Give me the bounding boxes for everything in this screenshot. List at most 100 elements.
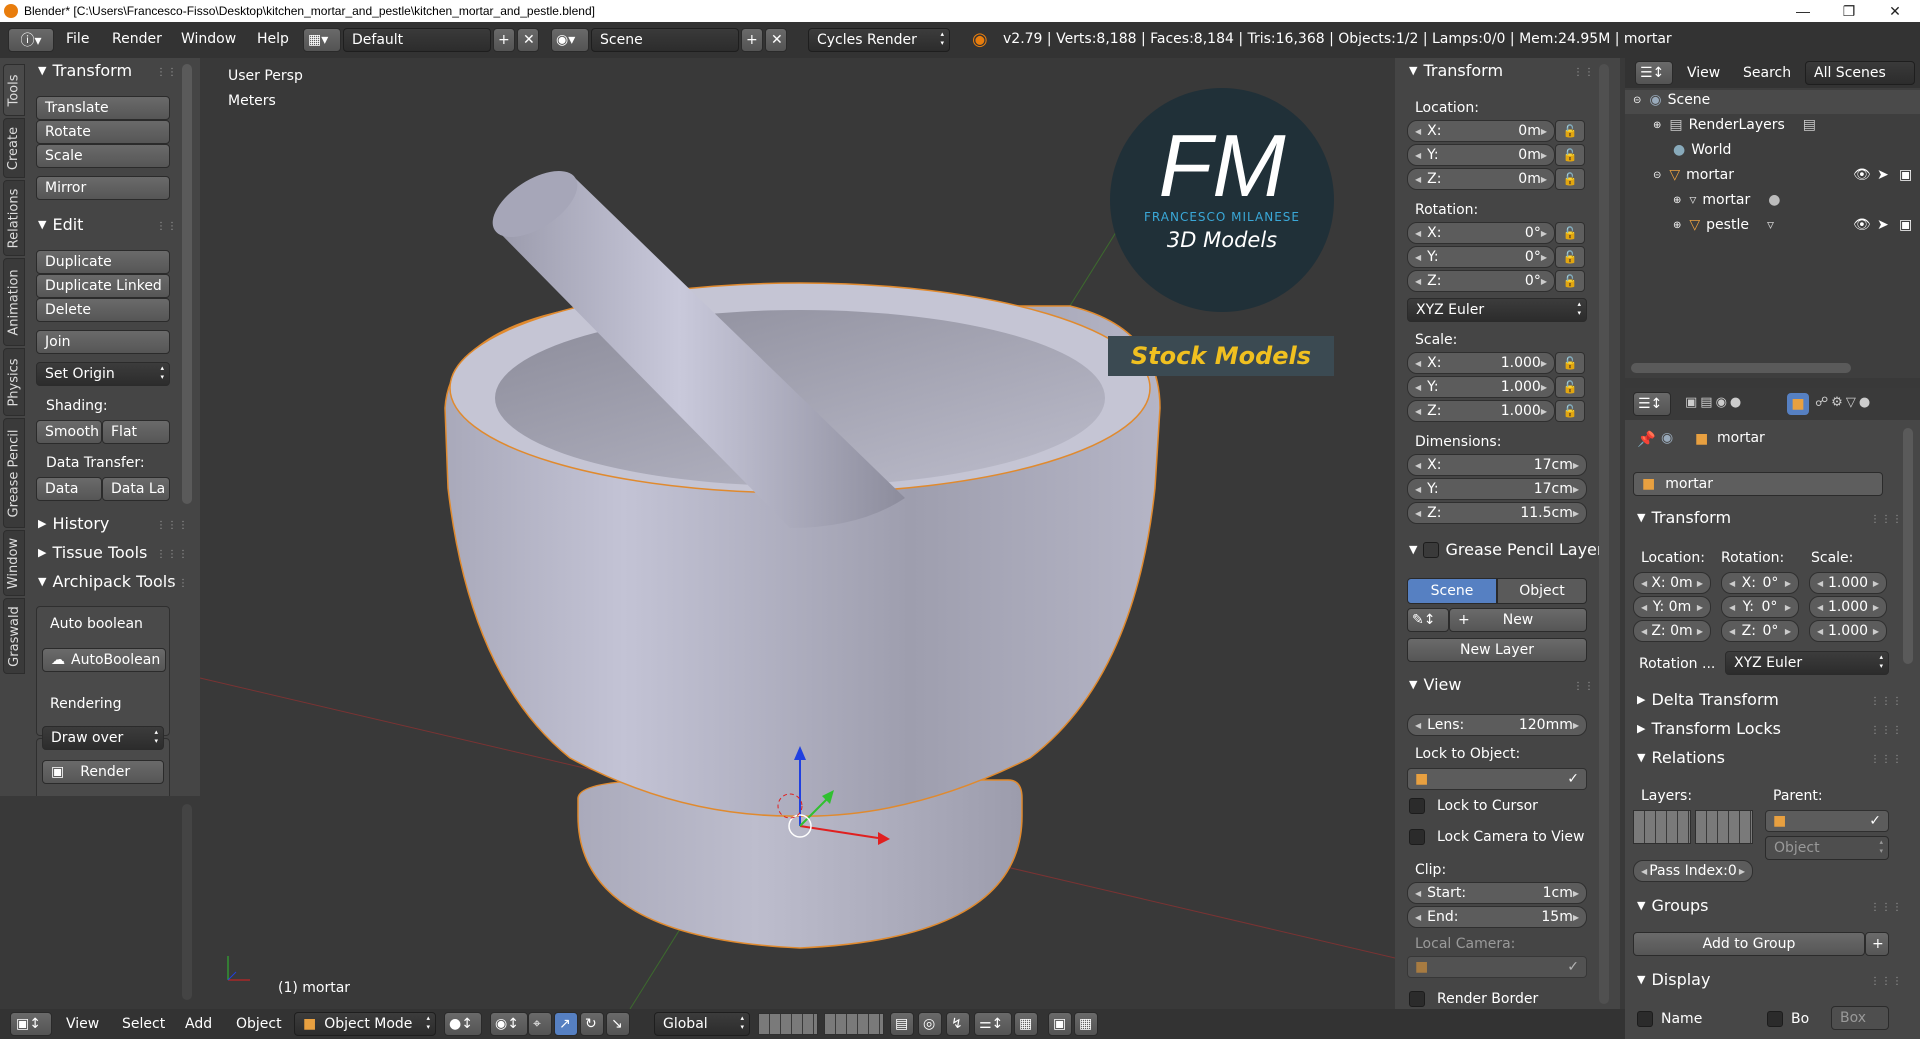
- opengl-animation-icon[interactable]: ▦: [1074, 1012, 1098, 1036]
- panel-grip[interactable]: ⋮⋮⋮: [1870, 976, 1903, 987]
- dimension-z-field[interactable]: ◀ Z: 11.5cm ▶: [1407, 502, 1587, 524]
- properties-editor-icon[interactable]: ☰↕: [1633, 392, 1671, 416]
- delta-transform-header[interactable]: ▶ Delta Transform: [1637, 690, 1779, 709]
- lock-icon[interactable]: 🔓: [1555, 400, 1585, 422]
- parent-field[interactable]: ■ ✓: [1765, 810, 1889, 832]
- menu-help[interactable]: Help: [257, 31, 289, 47]
- mortar-mesh-item[interactable]: ⊕ ▿ mortar ●: [1673, 192, 1780, 208]
- mode-dropdown[interactable]: ■ Object Mode: [294, 1012, 436, 1036]
- maximize-icon[interactable]: ❐: [1826, 0, 1872, 22]
- tab-tools[interactable]: Tools: [3, 64, 25, 116]
- tab-graswald[interactable]: Graswald: [3, 598, 25, 674]
- snap-element-icon[interactable]: ⚌↕: [974, 1012, 1012, 1036]
- location-z-field[interactable]: ◀ Z: 0m ▶: [1407, 168, 1555, 190]
- scale-z-field[interactable]: ◀ Z: 1.000 ▶: [1407, 400, 1555, 422]
- rotation-mode-dropdown[interactable]: XYZ Euler: [1407, 298, 1587, 322]
- rotate-manipulator-icon[interactable]: ↻: [580, 1012, 604, 1036]
- opengl-render-icon[interactable]: ▣: [1048, 1012, 1072, 1036]
- select-arrow-icon[interactable]: ➤: [1877, 167, 1889, 183]
- tab-grease-pencil[interactable]: Grease Pencil: [3, 418, 25, 528]
- add-screen-icon[interactable]: +: [493, 28, 515, 52]
- remove-screen-icon[interactable]: ✕: [517, 28, 539, 52]
- outliner-view-menu[interactable]: View: [1687, 65, 1720, 81]
- clip-end-field[interactable]: ◀ End: 15m ▶: [1407, 906, 1587, 928]
- add-to-group-button[interactable]: Add to Group: [1633, 932, 1865, 956]
- panel-grip[interactable]: ⋮⋮⋮: [1870, 696, 1903, 707]
- mortar-object-item[interactable]: ⊝ ▽ mortar: [1653, 167, 1734, 183]
- bounds-type-dropdown[interactable]: Box: [1831, 1006, 1889, 1030]
- draw-over-dropdown[interactable]: Draw over: [42, 726, 164, 750]
- lock-icon[interactable]: 🔓: [1555, 168, 1585, 190]
- grease-pencil-checkbox[interactable]: [1423, 541, 1440, 558]
- render-button[interactable]: ▣ Render: [42, 760, 164, 784]
- editor-type-button[interactable]: ⓘ▾: [8, 28, 54, 52]
- panel-grip[interactable]: ⋮⋮⋮: [1870, 725, 1903, 736]
- tab-animation[interactable]: Animation: [3, 258, 25, 346]
- object-menu[interactable]: Object: [236, 1016, 282, 1032]
- orientation-dropdown[interactable]: Global: [654, 1012, 750, 1036]
- transform-locks-header[interactable]: ▶ Transform Locks: [1637, 719, 1781, 738]
- edit-panel-header[interactable]: ▼ Edit: [38, 215, 83, 234]
- add-scene-icon[interactable]: +: [741, 28, 763, 52]
- close-icon[interactable]: ✕: [1872, 0, 1918, 22]
- loc-y-field[interactable]: ◀ Y: 0m ▶: [1633, 596, 1711, 618]
- layers-grid-right[interactable]: [1695, 810, 1753, 844]
- lock-icon[interactable]: 🔓: [1555, 246, 1585, 268]
- minimize-icon[interactable]: —: [1780, 0, 1826, 22]
- clip-start-field[interactable]: ◀ Start: 1cm ▶: [1407, 882, 1587, 904]
- lens-field[interactable]: ◀ Lens: 120mm ▶: [1407, 714, 1587, 736]
- tab-create[interactable]: Create: [3, 118, 25, 178]
- view-menu[interactable]: View: [66, 1016, 99, 1032]
- display-bounds-checkbox[interactable]: [1767, 1011, 1783, 1027]
- data-layers-button[interactable]: Data La: [102, 477, 170, 501]
- location-x-field[interactable]: ◀ X: 0m ▶: [1407, 120, 1555, 142]
- grease-pencil-panel-header[interactable]: ▼ Grease Pencil Layer: [1409, 540, 1603, 559]
- tab-window[interactable]: Window: [3, 530, 25, 596]
- scl-x-field[interactable]: ◀ 1.000 ▶: [1809, 572, 1887, 594]
- scale-y-field[interactable]: ◀ Y: 1.000 ▶: [1407, 376, 1555, 398]
- pin-icon[interactable]: 📌: [1637, 430, 1656, 448]
- eyedropper-icon[interactable]: ✓: [1869, 813, 1881, 829]
- pass-index-field[interactable]: ◀ Pass Index:0 ▶: [1633, 860, 1753, 882]
- lock-object-field[interactable]: ■ ✓: [1407, 768, 1587, 790]
- panel-grip[interactable]: ⋮⋮⋮: [156, 578, 189, 589]
- scale-x-field[interactable]: ◀ X: 1.000 ▶: [1407, 352, 1555, 374]
- data-button[interactable]: Data: [36, 477, 102, 501]
- panel-grip[interactable]: ⋮⋮⋮: [1870, 514, 1903, 525]
- rotation-z-field[interactable]: ◀ Z: 0° ▶: [1407, 270, 1555, 292]
- visibility-eye-icon[interactable]: 👁: [1853, 167, 1871, 183]
- layer-lock-icon[interactable]: ▤: [890, 1012, 914, 1036]
- gp-scene-tab[interactable]: Scene: [1407, 578, 1497, 604]
- screen-layout-field[interactable]: Default: [343, 28, 491, 52]
- history-panel-header[interactable]: ▶ History: [38, 514, 109, 533]
- dimension-y-field[interactable]: ◀ Y: 17cm ▶: [1407, 478, 1587, 500]
- scene-icon[interactable]: ◉▾: [551, 28, 589, 52]
- add-group-plus-icon[interactable]: +: [1865, 932, 1889, 956]
- visibility-eye-icon[interactable]: 👁: [1853, 217, 1871, 233]
- snap-target-icon[interactable]: ▦: [1014, 1012, 1038, 1036]
- 3d-viewport[interactable]: User Persp Meters (1) mortar FM FRANCESC…: [200, 58, 1395, 1009]
- display-name-checkbox[interactable]: [1637, 1011, 1653, 1027]
- view-panel-header[interactable]: ▼ View: [1409, 675, 1461, 694]
- tab-physics[interactable]: Physics: [3, 348, 25, 416]
- menu-window[interactable]: Window: [181, 31, 236, 47]
- panel-grip[interactable]: ⋮⋮⋮: [156, 549, 189, 560]
- scene-field[interactable]: Scene: [591, 28, 739, 52]
- select-arrow-icon[interactable]: ➤: [1877, 217, 1889, 233]
- join-button[interactable]: Join: [36, 330, 170, 354]
- display-header[interactable]: ▼ Display: [1637, 970, 1710, 989]
- delete-button[interactable]: Delete: [36, 298, 170, 322]
- pivot-icon[interactable]: ◉↕: [490, 1012, 528, 1036]
- renderlayers-item[interactable]: ⊕ ▤ RenderLayers ▤: [1653, 117, 1816, 133]
- render-camera-icon[interactable]: ▣: [1899, 217, 1912, 233]
- object-name-field[interactable]: ■ mortar: [1633, 472, 1883, 496]
- gp-object-tab[interactable]: Object: [1497, 578, 1587, 604]
- lock-icon[interactable]: 🔓: [1555, 222, 1585, 244]
- transform-panel-header[interactable]: ▼ Transform: [1637, 508, 1731, 527]
- tab-relations[interactable]: Relations: [3, 180, 25, 256]
- tissue-tools-panel-header[interactable]: ▶ Tissue Tools: [38, 543, 147, 562]
- outliner-editor-icon[interactable]: ☰↕: [1635, 61, 1673, 85]
- lock-icon[interactable]: 🔓: [1555, 352, 1585, 374]
- outliner-search-menu[interactable]: Search: [1743, 65, 1791, 81]
- add-menu[interactable]: Add: [185, 1016, 212, 1032]
